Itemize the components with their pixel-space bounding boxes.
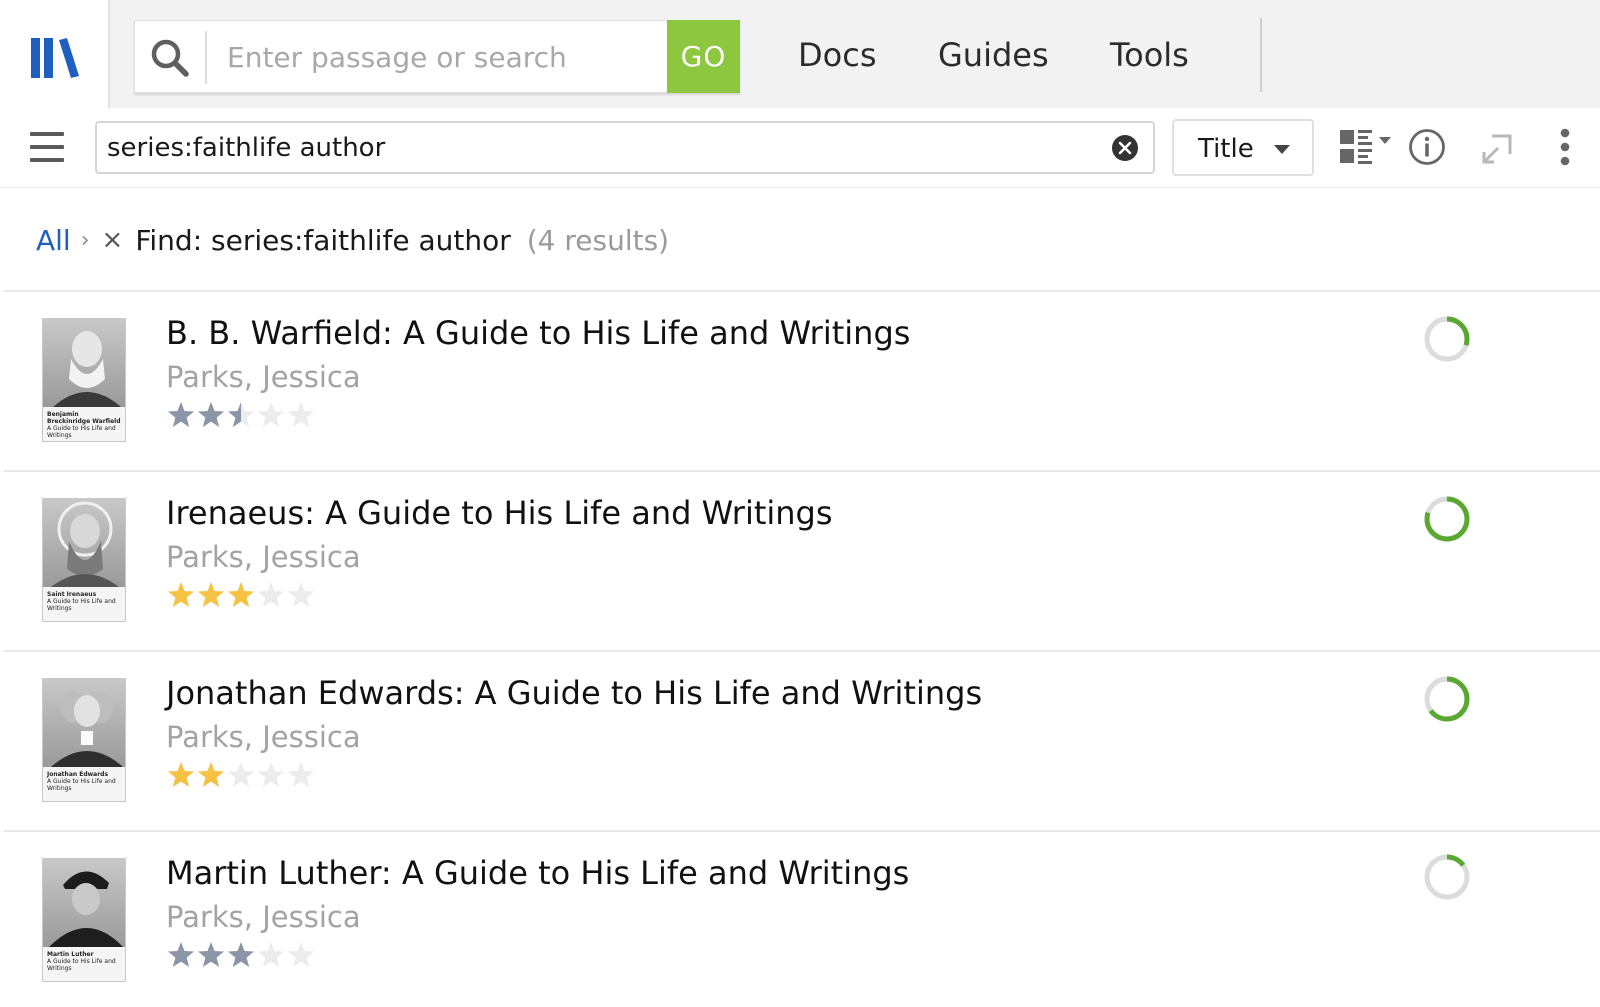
book-title[interactable]: B. B. Warfield: A Guide to His Life and … xyxy=(166,314,910,352)
star-icon[interactable] xyxy=(166,760,196,790)
cover-caption: Jonathan Edwards A Guide to His Life and… xyxy=(43,767,125,801)
sort-dropdown[interactable]: Title xyxy=(1172,119,1314,176)
list-view-toggle-icon[interactable] xyxy=(1340,128,1396,166)
cover-caption: Saint Irenaeus A Guide to His Life and W… xyxy=(43,587,125,621)
star-icon[interactable] xyxy=(166,580,196,610)
star-icon[interactable] xyxy=(196,760,226,790)
search-icon[interactable] xyxy=(149,37,191,79)
portrait-image xyxy=(43,499,125,587)
info-circle-icon[interactable] xyxy=(1408,128,1446,166)
star-icon[interactable] xyxy=(196,940,226,970)
chevron-down-icon xyxy=(1274,145,1290,154)
sync-link-icon[interactable] xyxy=(1480,130,1516,166)
portrait-image xyxy=(43,679,125,767)
nav-guides[interactable]: Guides xyxy=(938,36,1049,74)
star-icon[interactable] xyxy=(286,760,316,790)
result-count: (4 results) xyxy=(526,223,670,257)
go-button[interactable]: GO xyxy=(667,20,740,93)
reading-progress-ring xyxy=(1424,316,1470,362)
cover-subtitle: A Guide to His Life and Writings xyxy=(47,958,116,972)
star-icon[interactable] xyxy=(166,400,196,430)
cover-subtitle: A Guide to His Life and Writings xyxy=(47,425,116,439)
cover-name: Jonathan Edwards xyxy=(47,771,109,778)
star-icon[interactable] xyxy=(196,580,226,610)
book-cover[interactable]: Saint Irenaeus A Guide to His Life and W… xyxy=(42,498,126,622)
sort-label: Title xyxy=(1198,134,1254,164)
cover-name: Saint Irenaeus xyxy=(47,591,97,598)
star-icon[interactable] xyxy=(286,400,316,430)
results-list: Benjamin Breckinridge Warfield A Guide t… xyxy=(4,290,1600,1006)
library-toolbar: Title xyxy=(0,108,1600,188)
reading-progress-ring xyxy=(1424,496,1470,542)
star-icon[interactable] xyxy=(286,580,316,610)
breadcrumb-separator: › xyxy=(80,227,90,253)
book-author: Parks, Jessica xyxy=(166,360,361,394)
book-author: Parks, Jessica xyxy=(166,540,361,574)
book-title[interactable]: Martin Luther: A Guide to His Life and W… xyxy=(166,854,909,892)
library-filter-box xyxy=(95,121,1155,174)
library-logo[interactable] xyxy=(0,0,110,108)
cover-name: Martin Luther xyxy=(47,951,94,958)
portrait-image xyxy=(43,319,125,407)
star-icon[interactable] xyxy=(256,760,286,790)
hamburger-menu-icon[interactable] xyxy=(30,132,64,162)
breadcrumb-query: Find: series:faithlife author xyxy=(135,223,511,257)
reading-progress-ring xyxy=(1424,676,1470,722)
book-cover[interactable]: Jonathan Edwards A Guide to His Life and… xyxy=(42,678,126,802)
star-icon[interactable] xyxy=(256,580,286,610)
passage-search-box: GO xyxy=(134,20,740,93)
passage-search-input[interactable] xyxy=(227,33,647,81)
list-item[interactable]: Saint Irenaeus A Guide to His Life and W… xyxy=(4,470,1600,650)
search-divider xyxy=(205,31,207,84)
portrait-image xyxy=(43,859,125,947)
library-logo-icon xyxy=(31,38,79,78)
cover-subtitle: A Guide to His Life and Writings xyxy=(47,778,116,792)
breadcrumb: All › × Find: series:faithlife author (4… xyxy=(36,218,669,262)
book-author: Parks, Jessica xyxy=(166,720,361,754)
star-rating[interactable] xyxy=(166,580,316,612)
book-title[interactable]: Jonathan Edwards: A Guide to His Life an… xyxy=(166,674,982,712)
star-icon[interactable] xyxy=(226,580,256,610)
nav-docs[interactable]: Docs xyxy=(798,36,876,74)
remove-filter-icon[interactable]: × xyxy=(102,225,124,255)
nav-divider xyxy=(1260,18,1262,92)
cover-subtitle: A Guide to His Life and Writings xyxy=(47,598,116,612)
list-item[interactable]: Jonathan Edwards A Guide to His Life and… xyxy=(4,650,1600,830)
star-icon[interactable] xyxy=(286,940,316,970)
star-rating[interactable] xyxy=(166,940,316,972)
star-icon[interactable] xyxy=(166,940,196,970)
star-icon[interactable] xyxy=(256,400,286,430)
star-icon[interactable] xyxy=(226,400,256,430)
list-item[interactable]: Martin Luther A Guide to His Life and Wr… xyxy=(4,830,1600,1006)
book-cover[interactable]: Benjamin Breckinridge Warfield A Guide t… xyxy=(42,318,126,442)
list-item[interactable]: Benjamin Breckinridge Warfield A Guide t… xyxy=(4,290,1600,470)
book-title[interactable]: Irenaeus: A Guide to His Life and Writin… xyxy=(166,494,833,532)
cover-caption: Benjamin Breckinridge Warfield A Guide t… xyxy=(43,407,125,441)
reading-progress-ring xyxy=(1424,854,1470,900)
star-icon[interactable] xyxy=(226,760,256,790)
more-vertical-icon[interactable] xyxy=(1558,128,1572,168)
breadcrumb-all-link[interactable]: All xyxy=(36,224,71,257)
star-rating[interactable] xyxy=(166,400,316,432)
nav-tools[interactable]: Tools xyxy=(1110,36,1189,74)
book-author: Parks, Jessica xyxy=(166,900,361,934)
star-icon[interactable] xyxy=(256,940,286,970)
cover-caption: Martin Luther A Guide to His Life and Wr… xyxy=(43,947,125,981)
cover-name: Benjamin Breckinridge Warfield xyxy=(47,411,121,425)
top-bar: GO Docs Guides Tools xyxy=(0,0,1600,108)
star-icon[interactable] xyxy=(226,940,256,970)
star-icon[interactable] xyxy=(196,400,226,430)
star-rating[interactable] xyxy=(166,760,316,792)
book-cover[interactable]: Martin Luther A Guide to His Life and Wr… xyxy=(42,858,126,982)
clear-circle-x-icon[interactable] xyxy=(1111,134,1139,162)
library-filter-input[interactable] xyxy=(107,130,1067,166)
